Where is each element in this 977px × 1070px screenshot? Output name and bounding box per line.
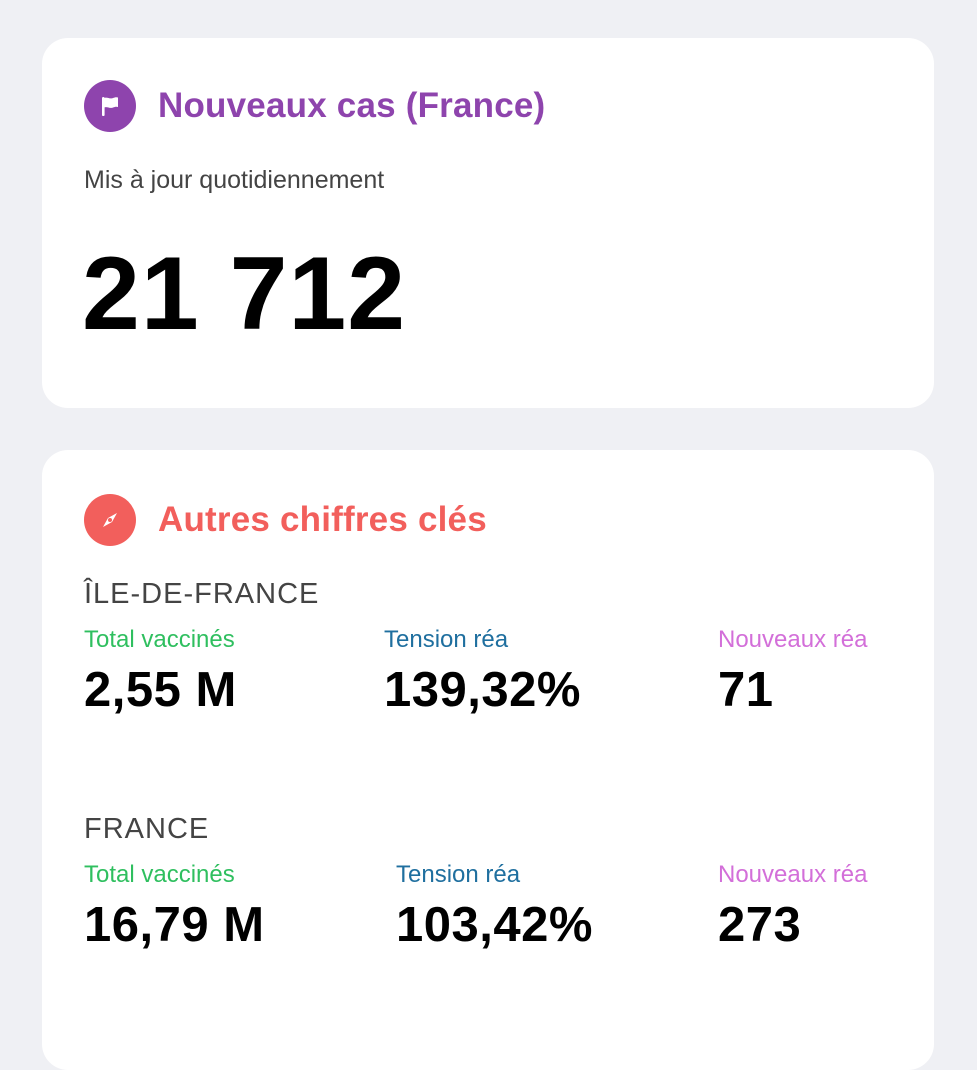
stat-new-icu-france: Nouveaux réa 273 xyxy=(718,861,867,951)
stat-label: Tension réa xyxy=(384,626,509,653)
flag-icon xyxy=(84,80,136,132)
stat-new-icu-idf: Nouveaux réa 71 xyxy=(718,626,867,716)
new-cases-header: Nouveaux cas (France) xyxy=(84,80,545,132)
stat-label: Total vaccinés xyxy=(84,626,235,653)
other-figures-header: Autres chiffres clés xyxy=(84,494,487,546)
stat-value: 103,42% xyxy=(396,898,593,952)
stat-label: Nouveaux réa xyxy=(718,626,868,653)
stat-value: 139,32% xyxy=(384,663,581,717)
stat-total-vaccines-france: Total vaccinés 16,79 M xyxy=(84,861,265,951)
other-figures-title: Autres chiffres clés xyxy=(158,500,487,539)
stat-value: 16,79 M xyxy=(84,898,265,952)
stat-label: Tension réa xyxy=(396,861,521,888)
compass-icon xyxy=(84,494,136,546)
region-label-ile-de-france: ÎLE-DE-FRANCE xyxy=(84,578,320,610)
new-cases-value: 21 712 xyxy=(82,236,407,352)
stat-icu-tension-france: Tension réa 103,42% xyxy=(396,861,593,951)
stat-icu-tension-idf: Tension réa 139,32% xyxy=(384,626,581,716)
stat-label: Nouveaux réa xyxy=(718,861,868,888)
new-cases-card: Nouveaux cas (France) Mis à jour quotidi… xyxy=(42,38,934,408)
stat-total-vaccines-idf: Total vaccinés 2,55 M xyxy=(84,626,237,716)
stat-label: Total vaccinés xyxy=(84,861,235,888)
stat-value: 2,55 M xyxy=(84,663,237,717)
update-frequency-text: Mis à jour quotidiennement xyxy=(84,166,385,194)
new-cases-title: Nouveaux cas (France) xyxy=(158,86,546,125)
other-figures-card: Autres chiffres clés ÎLE-DE-FRANCE Total… xyxy=(42,450,934,1070)
stat-value: 273 xyxy=(718,898,802,952)
stat-value: 71 xyxy=(718,663,774,717)
region-label-france: FRANCE xyxy=(84,813,210,845)
